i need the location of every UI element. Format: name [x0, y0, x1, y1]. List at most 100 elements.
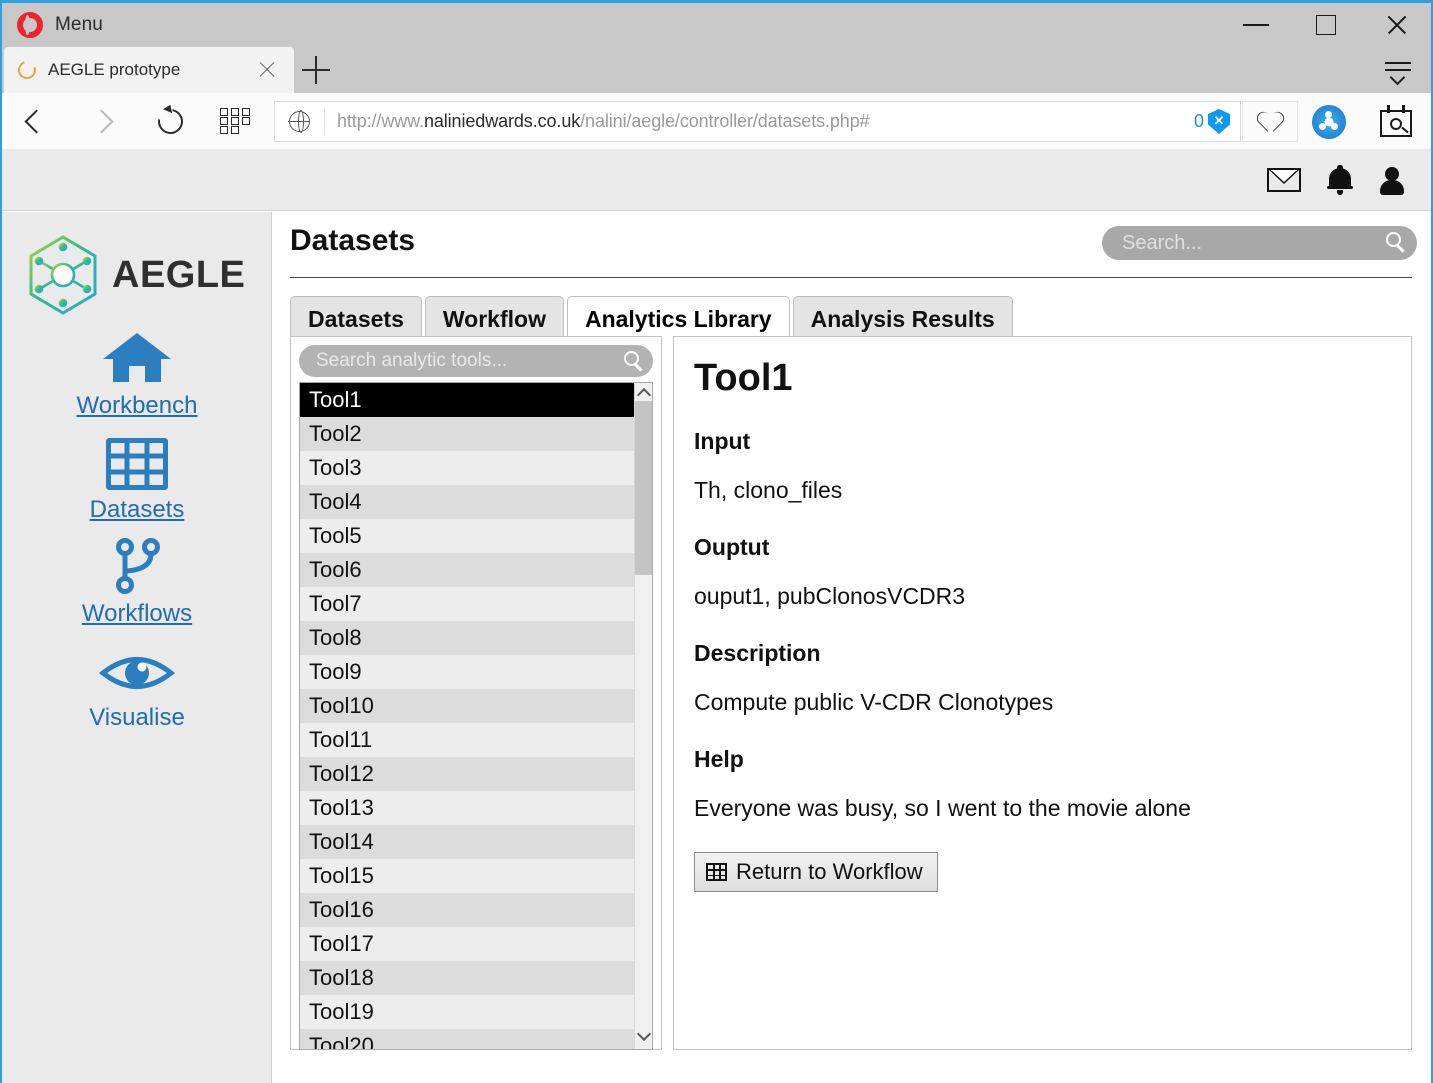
title-divider — [290, 277, 1412, 278]
tool-list-item[interactable]: Tool19 — [300, 995, 636, 1029]
app-top-strip — [2, 149, 1431, 211]
extension-icon[interactable] — [1312, 105, 1346, 139]
tab-datasets[interactable]: Datasets — [290, 296, 422, 341]
tool-list-item[interactable]: Tool8 — [300, 621, 636, 655]
tool-list-item[interactable]: Tool9 — [300, 655, 636, 689]
reload-icon — [152, 103, 188, 139]
return-to-workflow-button[interactable]: Return to Workflow — [694, 852, 938, 892]
address-bar[interactable]: http://www.naliniedwards.co.uk/nalini/ae… — [274, 101, 1241, 142]
sidebar-item-datasets[interactable]: Datasets — [2, 434, 272, 524]
tab-analytics-library[interactable]: Analytics Library — [566, 296, 790, 341]
loading-spinner-icon — [15, 58, 39, 82]
brand-name: AEGLE — [112, 253, 246, 296]
bell-icon[interactable] — [1327, 164, 1353, 195]
tool-list-item[interactable]: Tool13 — [300, 791, 636, 825]
calendar-search-icon[interactable] — [1380, 105, 1412, 137]
easy-setup-icon[interactable] — [1385, 59, 1411, 86]
sidebar-item-workflows[interactable]: Workflows — [2, 538, 272, 628]
url-divider — [324, 108, 325, 135]
browser-tab[interactable]: AEGLE prototype — [4, 47, 294, 93]
return-to-workflow-label: Return to Workflow — [736, 859, 923, 884]
opera-logo-icon[interactable] — [17, 12, 43, 38]
description-heading: Description — [694, 640, 821, 666]
tool-list-item[interactable]: Tool10 — [300, 689, 636, 723]
table-icon — [106, 434, 168, 490]
input-value: Th, clono_files — [694, 477, 843, 503]
tool-list-item[interactable]: Tool6 — [300, 553, 636, 587]
speed-dial-button[interactable] — [207, 93, 263, 149]
menu-label[interactable]: Menu — [55, 14, 103, 36]
tool-list-item[interactable]: Tool17 — [300, 927, 636, 961]
speed-dial-icon — [220, 108, 250, 134]
aegle-hex-logo-icon — [29, 235, 97, 315]
tab-close-icon[interactable] — [258, 61, 276, 79]
help-value: Everyone was busy, so I went to the movi… — [694, 795, 1191, 821]
close-icon — [1385, 14, 1407, 36]
tool-list-item[interactable]: Tool14 — [300, 825, 636, 859]
tool-list-item[interactable]: Tool2 — [300, 417, 636, 451]
tool-list-item[interactable]: Tool1 — [300, 383, 636, 417]
sidebar-label-workbench: Workbench — [76, 392, 198, 419]
favorite-button[interactable] — [1242, 101, 1298, 142]
tool-list-panel: Search analytic tools... Tool1 Tool2 Tool3… — [290, 336, 662, 1050]
tool-search-box[interactable]: Search analytic tools... — [299, 345, 653, 377]
scroll-up-icon[interactable] — [636, 387, 652, 403]
back-arrow-icon — [23, 108, 49, 134]
browser-tab-title: AEGLE prototype — [48, 60, 181, 79]
forward-arrow-icon — [88, 108, 114, 134]
description-value: Compute public V-CDR Clonotypes — [694, 689, 1054, 715]
main-content: Datasets Search... Datasets Workflow Ana… — [273, 212, 1431, 1083]
global-search-placeholder: Search... — [1122, 231, 1203, 254]
tool-list-item[interactable]: Tool3 — [300, 451, 636, 485]
sidebar-item-visualise[interactable]: Visualise — [2, 642, 272, 732]
tool-list[interactable]: Tool1 Tool2 Tool3 Tool4 Tool5 Tool6 Tool7 Tool8… — [299, 382, 653, 1050]
maximize-icon — [1316, 15, 1336, 35]
sidebar-label-workflows: Workflows — [81, 600, 193, 627]
url-domain: naliniedwards.co.uk — [423, 111, 581, 131]
output-heading: Ouptut — [694, 534, 770, 560]
ad-blocker-badge[interactable]: 0 ✕ — [1194, 109, 1240, 134]
new-tab-button[interactable] — [302, 56, 330, 84]
mail-icon[interactable] — [1267, 167, 1301, 192]
sidebar-item-workbench[interactable]: Workbench — [2, 330, 272, 420]
blocked-count: 0 — [1193, 111, 1204, 131]
scroll-down-icon[interactable] — [636, 1026, 652, 1042]
navigation-bar: http://www.naliniedwards.co.uk/nalini/ae… — [2, 93, 1431, 149]
tab-analysis-results[interactable]: Analysis Results — [792, 296, 1013, 341]
tab-workflow[interactable]: Workflow — [424, 296, 564, 341]
window-controls — [1221, 3, 1431, 47]
branch-icon — [109, 538, 165, 594]
reload-button[interactable] — [142, 93, 198, 149]
global-search-box[interactable]: Search... — [1102, 226, 1417, 260]
close-button[interactable] — [1361, 3, 1431, 47]
tool-list-item[interactable]: Tool5 — [300, 519, 636, 553]
page-title: Datasets — [290, 224, 416, 257]
tool-list-item[interactable]: Tool12 — [300, 757, 636, 791]
maximize-button[interactable] — [1291, 3, 1361, 47]
content-tabs: Datasets Workflow Analytics Library Anal… — [290, 296, 1016, 341]
tool-list-item[interactable]: Tool11 — [300, 723, 636, 757]
scrollbar-thumb[interactable] — [635, 401, 652, 575]
tool-list-item[interactable]: Tool16 — [300, 893, 636, 927]
tool-detail-panel: Tool1 Input Th, clono_files Ouptut ouput… — [673, 336, 1412, 1050]
shield-x-mark: ✕ — [1213, 112, 1225, 128]
forward-button[interactable] — [76, 93, 132, 149]
minimize-button[interactable] — [1221, 3, 1291, 47]
tool-list-item[interactable]: Tool15 — [300, 859, 636, 893]
tool-list-scrollbar[interactable] — [634, 383, 652, 1049]
browser-window: Menu AEGLE prototype http://www.nalinied… — [0, 0, 1433, 1083]
tool-list-item[interactable]: Tool18 — [300, 961, 636, 995]
tool-list-item[interactable]: Tool20 — [300, 1029, 636, 1049]
tool-list-item[interactable]: Tool7 — [300, 587, 636, 621]
user-icon[interactable] — [1379, 165, 1405, 195]
input-heading: Input — [694, 428, 751, 454]
help-heading: Help — [694, 746, 744, 772]
sidebar-label-visualise: Visualise — [89, 704, 185, 731]
back-button[interactable] — [5, 93, 61, 149]
heart-icon — [1258, 111, 1282, 132]
tool-list-item[interactable]: Tool4 — [300, 485, 636, 519]
minimize-icon — [1243, 24, 1269, 26]
tool-list-body: Tool1 Tool2 Tool3 Tool4 Tool5 Tool6 Tool7 Tool8… — [300, 383, 636, 1049]
brand-logo: AEGLE — [26, 234, 271, 316]
tool-detail-title: Tool1 — [694, 357, 793, 399]
